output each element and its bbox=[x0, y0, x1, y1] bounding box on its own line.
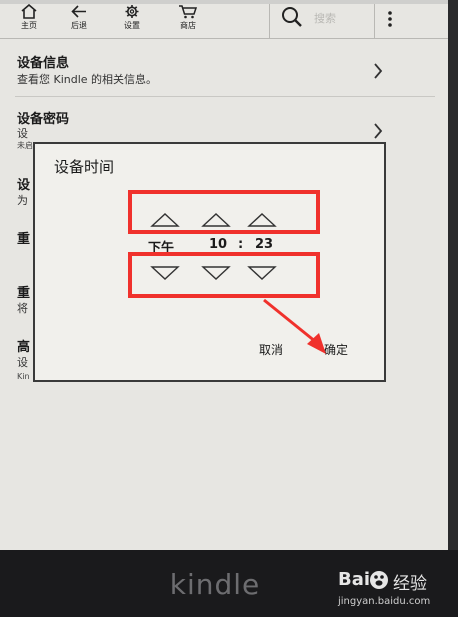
row-note: Kin bbox=[17, 372, 30, 381]
toolbar-divider bbox=[269, 0, 270, 38]
row-title: 高 bbox=[17, 340, 31, 355]
search-input[interactable]: 搜索 bbox=[314, 10, 336, 26]
down-arrows-highlight-box bbox=[128, 252, 320, 298]
up-arrows-highlight-box bbox=[128, 190, 320, 234]
watermark-text-right: 经验 bbox=[393, 574, 427, 594]
row-subtitle: 设 bbox=[17, 127, 28, 140]
back-button[interactable]: 后退 bbox=[59, 4, 99, 31]
watermark-url: jingyan.baidu.com bbox=[338, 596, 431, 607]
row-subtitle: 将 bbox=[17, 302, 28, 315]
paw-icon bbox=[370, 571, 388, 589]
search-icon[interactable] bbox=[280, 5, 304, 29]
home-button[interactable]: 主页 bbox=[9, 4, 49, 31]
back-label: 后退 bbox=[71, 21, 87, 30]
top-toolbar: 主页 后退 设置 商店 搜索 bbox=[0, 0, 448, 39]
row-divider bbox=[15, 96, 435, 97]
gear-icon bbox=[125, 5, 139, 18]
row-title: 设 bbox=[17, 178, 31, 193]
toolbar-divider bbox=[374, 0, 375, 38]
time-separator: : bbox=[238, 237, 244, 252]
store-label: 商店 bbox=[180, 21, 196, 30]
home-icon bbox=[21, 4, 37, 19]
row-title: 重 bbox=[17, 286, 31, 301]
device-bezel-top bbox=[0, 0, 458, 4]
kindle-brand-logo: kindle bbox=[169, 568, 261, 601]
device-bezel-right bbox=[448, 0, 458, 550]
more-menu-icon[interactable] bbox=[386, 10, 394, 28]
chevron-right-icon bbox=[374, 123, 383, 139]
minute-value: 23 bbox=[255, 237, 274, 252]
settings-button[interactable]: 设置 bbox=[112, 4, 152, 31]
back-arrow-icon bbox=[71, 5, 86, 18]
row-subtitle: 为 bbox=[17, 194, 28, 207]
store-button[interactable]: 商店 bbox=[168, 4, 208, 31]
kindle-screen: 主页 后退 设置 商店 搜索 设备信息 查看您 Kindle 的相关信息。 设备… bbox=[0, 0, 448, 550]
settings-label: 设置 bbox=[124, 21, 140, 30]
row-title: 设备信息 bbox=[17, 56, 70, 71]
row-subtitle: 查看您 Kindle 的相关信息。 bbox=[17, 73, 158, 86]
dialog-title: 设备时间 bbox=[54, 158, 115, 176]
hour-value: 10 bbox=[209, 237, 228, 252]
row-subtitle: 设 bbox=[17, 356, 28, 369]
cart-icon bbox=[179, 5, 198, 19]
row-title: 重 bbox=[17, 232, 31, 247]
red-pointer-arrow-icon bbox=[263, 298, 326, 354]
watermark-text-left: Bai bbox=[338, 569, 371, 590]
home-label: 主页 bbox=[21, 21, 37, 30]
row-note: 未启 bbox=[17, 141, 33, 150]
chevron-right-icon bbox=[374, 63, 383, 79]
baidu-watermark-logo: Bai 经验 bbox=[338, 569, 450, 594]
